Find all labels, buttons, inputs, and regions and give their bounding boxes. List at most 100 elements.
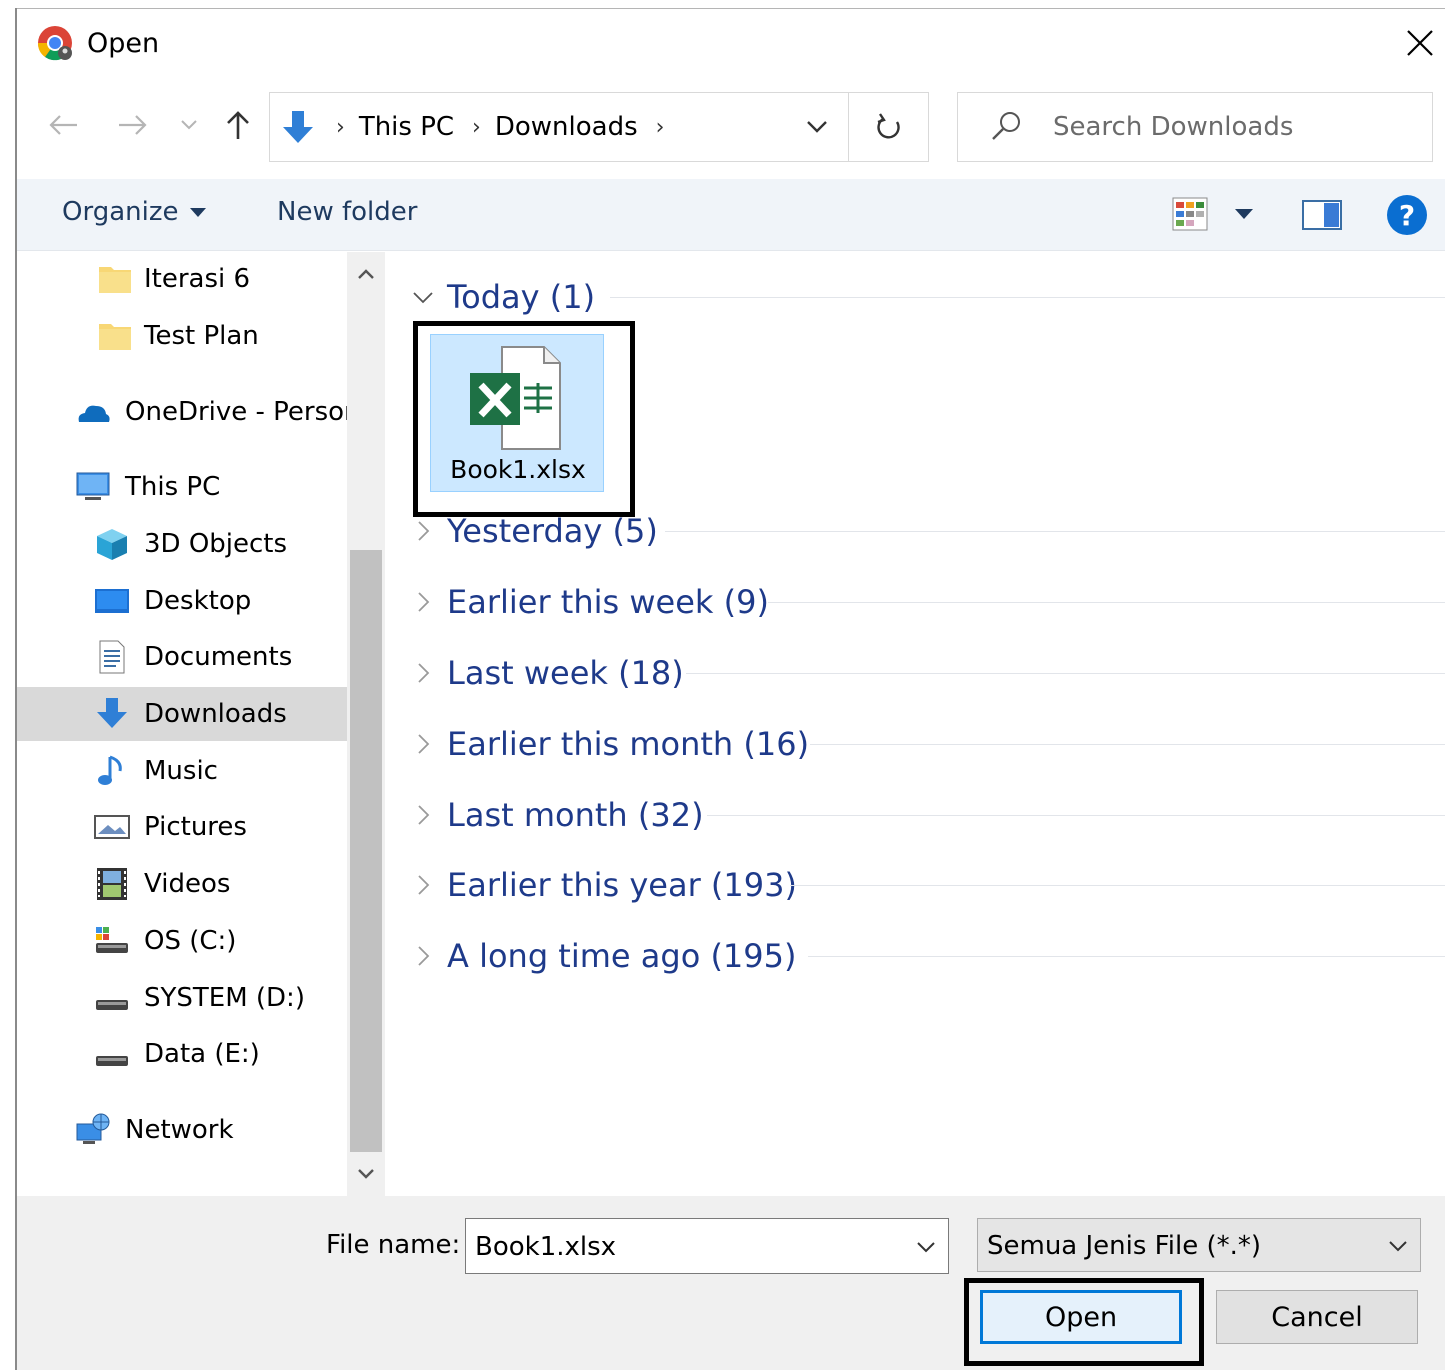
document-icon: [99, 640, 125, 674]
sidebar-item-label: OS (C:): [144, 926, 237, 956]
folder-icon: [99, 324, 131, 350]
group-label: Last week (18): [447, 654, 684, 692]
chevron-right-icon[interactable]: [412, 945, 434, 967]
cancel-button[interactable]: Cancel: [1216, 1290, 1418, 1344]
chevron-down-icon: [181, 120, 197, 130]
chevron-right-icon[interactable]: [412, 874, 434, 896]
sidebar-item-label: Desktop: [144, 586, 252, 616]
preview-pane-icon[interactable]: [1302, 199, 1342, 231]
group-divider: [665, 531, 1445, 532]
chevron-down-icon[interactable]: [912, 1233, 940, 1261]
cube-icon: [97, 529, 127, 560]
group-today[interactable]: Today (1): [390, 272, 1445, 322]
cloud-icon: [78, 405, 110, 422]
group-last-month[interactable]: Last month (32): [390, 790, 1445, 840]
sidebar-item-label: Documents: [144, 642, 293, 672]
group-yesterday[interactable]: Yesterday (5): [390, 506, 1445, 556]
file-type-select[interactable]: Semua Jenis File (*.*): [977, 1218, 1421, 1272]
computer-icon: [76, 472, 110, 500]
drive-icon: [96, 927, 128, 953]
chevron-right-icon[interactable]: [412, 520, 434, 542]
file-name-value[interactable]: Book1.xlsx: [475, 1232, 616, 1262]
sidebar-item-label: Iterasi 6: [144, 264, 251, 294]
sidebar-item-3d-objects[interactable]: 3D Objects: [17, 517, 347, 571]
recent-locations-button[interactable]: [169, 103, 209, 147]
dialog-title: Open: [87, 28, 160, 59]
file-name-label: Book1.xlsx: [450, 455, 586, 484]
address-history-dropdown[interactable]: [785, 93, 848, 161]
sidebar-item-label: Network: [125, 1115, 234, 1145]
group-a-long-time-ago[interactable]: A long time ago (195): [390, 931, 1445, 981]
sidebar-item-iterasi-6[interactable]: Iterasi 6: [17, 252, 347, 306]
refresh-icon: [876, 113, 900, 139]
sidebar-item-system-d[interactable]: SYSTEM (D:): [17, 971, 347, 1025]
scroll-down-button[interactable]: [347, 1152, 385, 1196]
sidebar-item-this-pc[interactable]: This PC: [17, 460, 347, 514]
forward-button[interactable]: [113, 103, 153, 147]
sidebar-item-onedrive[interactable]: OneDrive - Persor: [17, 385, 347, 439]
file-type-value: Semua Jenis File (*.*): [987, 1231, 1262, 1261]
sidebar-item-network[interactable]: Network: [17, 1103, 347, 1157]
breadcrumb-this-pc[interactable]: This PC: [359, 112, 454, 142]
file-name-field[interactable]: Book1.xlsx: [465, 1218, 949, 1274]
chevron-down-icon: [806, 121, 827, 133]
sidebar-item-label: Data (E:): [144, 1039, 260, 1069]
dialog-footer: File name: Book1.xlsx Semua Jenis File (…: [17, 1196, 1445, 1370]
sidebar-item-videos[interactable]: Videos: [17, 857, 347, 911]
video-icon: [97, 868, 127, 900]
sidebar-item-data-e[interactable]: Data (E:): [17, 1027, 347, 1081]
chrome-icon: [37, 26, 72, 61]
chevron-right-icon[interactable]: [412, 804, 434, 826]
close-button[interactable]: [1395, 19, 1445, 67]
group-divider: [610, 297, 1445, 298]
open-button[interactable]: Open: [980, 1290, 1182, 1344]
view-dropdown-icon[interactable]: [1235, 209, 1253, 219]
address-bar[interactable]: › This PC › Downloads ›: [269, 92, 929, 162]
breadcrumb-separator: ›: [336, 114, 345, 140]
download-icon: [97, 698, 127, 728]
search-box[interactable]: Search Downloads: [957, 92, 1433, 162]
chevron-down-icon: [358, 1169, 374, 1179]
view-options-icon[interactable]: [1172, 197, 1208, 231]
scroll-up-button[interactable]: [347, 252, 385, 296]
refresh-button[interactable]: [848, 93, 928, 161]
desktop-icon: [95, 589, 129, 613]
navigation-pane: Iterasi 6 Test Plan OneDrive - Persor Th…: [17, 252, 347, 1196]
breadcrumb-separator: ›: [472, 114, 481, 140]
sidebar-item-label: This PC: [125, 472, 221, 502]
chevron-down-icon: [1389, 1241, 1407, 1252]
sidebar-item-desktop[interactable]: Desktop: [17, 574, 347, 628]
back-button[interactable]: [43, 103, 83, 147]
sidebar-item-label: OneDrive - Persor: [125, 397, 347, 427]
sidebar-item-downloads[interactable]: Downloads: [17, 687, 347, 741]
navigation-pane-scrollbar[interactable]: [347, 252, 385, 1196]
new-folder-button[interactable]: New folder: [277, 197, 417, 227]
sidebar-item-test-plan[interactable]: Test Plan: [17, 309, 347, 363]
sidebar-item-label: Music: [144, 756, 218, 786]
group-earlier-this-year[interactable]: Earlier this year (193): [390, 860, 1445, 910]
sidebar-item-label: SYSTEM (D:): [144, 983, 305, 1013]
sidebar-item-os-c[interactable]: OS (C:): [17, 914, 347, 968]
sidebar-item-pictures[interactable]: Pictures: [17, 800, 347, 854]
chevron-right-icon[interactable]: [412, 662, 434, 684]
forward-arrow-icon: [119, 115, 147, 135]
help-button[interactable]: ?: [1387, 195, 1427, 235]
up-arrow-icon: [227, 111, 249, 139]
group-divider: [707, 815, 1445, 816]
organize-button[interactable]: Organize: [62, 197, 207, 227]
up-button[interactable]: [218, 103, 258, 147]
file-item-book1[interactable]: Book1.xlsx: [430, 334, 604, 492]
chevron-down-icon[interactable]: [412, 286, 434, 308]
group-earlier-this-week[interactable]: Earlier this week (9): [390, 577, 1445, 627]
chevron-right-icon[interactable]: [412, 733, 434, 755]
group-last-week[interactable]: Last week (18): [390, 648, 1445, 698]
chevron-right-icon[interactable]: [412, 591, 434, 613]
group-divider: [810, 744, 1445, 745]
breadcrumb-separator[interactable]: ›: [656, 115, 665, 140]
scroll-thumb[interactable]: [350, 550, 382, 1152]
group-earlier-this-month[interactable]: Earlier this month (16): [390, 719, 1445, 769]
search-icon: [992, 112, 1020, 140]
sidebar-item-music[interactable]: Music: [17, 744, 347, 798]
breadcrumb-downloads[interactable]: Downloads: [495, 112, 638, 142]
sidebar-item-documents[interactable]: Documents: [17, 630, 347, 684]
